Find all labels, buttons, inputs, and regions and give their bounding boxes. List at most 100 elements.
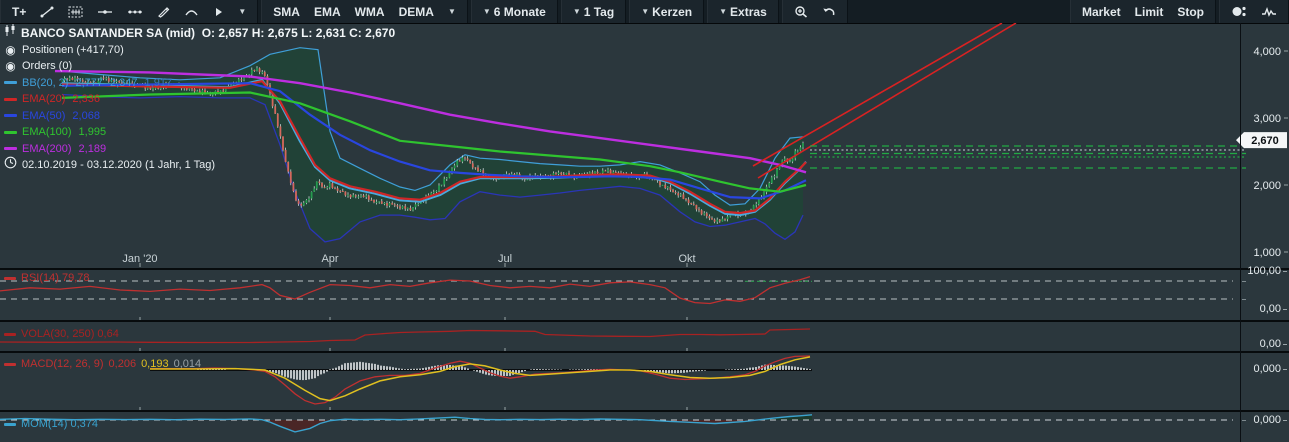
indicator-pulse-icon[interactable] <box>1254 0 1284 23</box>
order-bubbles-icon[interactable] <box>1224 0 1254 23</box>
toolbar-group: ▼6 Monate <box>471 0 558 23</box>
clock-icon <box>4 156 17 175</box>
indicator-color-dash-icon <box>4 98 17 101</box>
indicator-text: 0,014 <box>174 358 202 370</box>
ma-button-sma[interactable]: SMA <box>266 0 307 23</box>
indicator-name: EMA(100) <box>22 124 72 141</box>
ma-caret-icon[interactable]: ▼ <box>441 0 463 23</box>
chart-legend: BANCO SANTANDER SA (mid) O: 2,657 H: 2,6… <box>4 25 395 174</box>
indicator-value: 2,189 <box>79 141 107 158</box>
tool-brush-icon[interactable] <box>150 0 177 23</box>
indicator-text: 0,206 <box>109 358 137 370</box>
vola-line <box>0 329 810 343</box>
toolbar-group: T+ ▼ <box>0 0 258 23</box>
dropdown-extras[interactable]: ▼Extras <box>712 0 774 23</box>
tool-pointer-icon[interactable] <box>206 0 231 23</box>
radio-icon[interactable]: ◉ <box>4 58 17 75</box>
indicator-name: EMA(20) <box>22 91 65 108</box>
price-axis-label: 2,000 <box>1253 180 1281 192</box>
legend-indicator-row[interactable]: EMA(200) 2,189 <box>4 141 395 158</box>
ohlc-values: O: 2,657 H: 2,675 L: 2,631 C: 2,670 <box>202 26 395 40</box>
indicator-color-dash-icon <box>4 333 16 336</box>
x-axis-month-label: Okt <box>678 253 695 265</box>
tool-tools-caret-icon[interactable]: ▼ <box>231 0 253 23</box>
toolbar-group: ▼Kerzen <box>629 0 704 23</box>
vola-label[interactable]: VOLA(30, 250) 0,64 <box>4 328 119 340</box>
zoom-icon[interactable] <box>787 0 815 23</box>
ma-button-ema[interactable]: EMA <box>307 0 348 23</box>
price-axis-label: 1,000 <box>1253 247 1281 259</box>
indicator-value: 2,347 <box>110 75 138 92</box>
panel-axis-label: 0,00 <box>1260 338 1281 350</box>
indicator-color-dash-icon <box>4 147 17 150</box>
trading-chart-app: T+▼SMAEMAWMADEMA▼▼6 Monate▼1 Tag▼Kerzen▼… <box>0 0 1289 442</box>
legend-label: Orders (0) <box>22 58 72 75</box>
indicator-text: MOM(14) 0,374 <box>21 418 98 430</box>
tool-trendline-icon[interactable] <box>33 0 61 23</box>
indicator-color-dash-icon <box>4 81 17 84</box>
legend-indicator-row[interactable]: EMA(20)2,336 <box>4 91 395 108</box>
legend-toggle-orders[interactable]: ◉ Orders (0) <box>4 58 395 75</box>
ma-button-dema[interactable]: DEMA <box>392 0 441 23</box>
undo-icon[interactable] <box>815 0 843 23</box>
panel-axis-label: 0,000 <box>1253 363 1281 375</box>
indicator-value: 1,917 <box>145 75 173 92</box>
indicator-color-dash-icon <box>4 114 17 117</box>
tool-hline-icon[interactable] <box>90 0 120 23</box>
indicator-name: EMA(200) <box>22 141 72 158</box>
dropdown-kerzen[interactable]: ▼Kerzen <box>634 0 699 23</box>
price-axis-label: 4,000 <box>1253 46 1281 58</box>
indicator-panels[interactable]: RSI(14) 79,78 VOLA(30, 250) 0,64 MACD(12, … <box>0 268 1289 442</box>
tool-arc-icon[interactable] <box>177 0 206 23</box>
instrument-title: BANCO SANTANDER SA (mid) O: 2,657 H: 2,6… <box>21 25 395 42</box>
indicator-name: EMA(50) <box>22 108 65 125</box>
price-axis-label: 3,000 <box>1253 113 1281 125</box>
panel-axis-label: 0,00 <box>1260 303 1281 315</box>
indicator-color-dash-icon <box>4 423 16 426</box>
order-button-limit[interactable]: Limit <box>1128 0 1171 23</box>
candlestick-icon <box>4 24 16 43</box>
last-price-value: 2,670 <box>1251 135 1279 147</box>
trend-channel-line[interactable] <box>753 23 1002 166</box>
indicator-canvas[interactable] <box>0 268 1289 442</box>
legend-indicator-row[interactable]: BB(20, 2) 2,777 2,347 1,917 <box>4 75 395 92</box>
ma-button-wma[interactable]: WMA <box>348 0 392 23</box>
indicator-value: 1,995 <box>79 124 107 141</box>
axis-separator <box>1240 23 1241 442</box>
axis-tick <box>1283 420 1287 421</box>
tool-text-plus-icon[interactable]: T+ <box>5 0 33 23</box>
axis-tick <box>1242 420 1246 421</box>
macd-label[interactable]: MACD(12, 26, 9)0,2060,1930,014 <box>4 358 201 370</box>
order-button-stop[interactable]: Stop <box>1170 0 1211 23</box>
toolbar-group: SMAEMAWMADEMA▼ <box>261 0 468 23</box>
axis-tick <box>1242 299 1246 300</box>
radio-icon[interactable]: ◉ <box>4 42 17 59</box>
toolbar-group <box>1219 0 1289 23</box>
order-button-market[interactable]: Market <box>1075 0 1128 23</box>
tool-points-icon[interactable] <box>120 0 150 23</box>
indicator-color-dash-icon <box>4 277 16 280</box>
x-axis-month-label: Apr <box>321 253 338 265</box>
x-axis-month-label: Jan '20 <box>122 253 157 265</box>
legend-indicator-row[interactable]: EMA(100) 1,995 <box>4 124 395 141</box>
macd-line <box>150 356 810 404</box>
chart-toolbar: T+▼SMAEMAWMADEMA▼▼6 Monate▼1 Tag▼Kerzen▼… <box>0 0 1289 24</box>
tool-fibonacci-icon[interactable] <box>61 0 90 23</box>
trend-channel-line[interactable] <box>758 23 1016 178</box>
indicator-color-dash-icon <box>4 363 16 366</box>
mom-label[interactable]: MOM(14) 0,374 <box>4 418 98 430</box>
dropdown-1-tag[interactable]: ▼1 Tag <box>566 0 621 23</box>
legend-label: Positionen (+417,70) <box>22 42 124 59</box>
axis-tick <box>1283 369 1287 370</box>
toolbar-group: ▼1 Tag <box>561 0 626 23</box>
indicator-text: MACD(12, 26, 9) <box>21 358 104 370</box>
rsi-label[interactable]: RSI(14) 79,78 <box>4 272 89 284</box>
legend-toggle-positionen[interactable]: ◉ Positionen (+417,70) <box>4 42 395 59</box>
macd-signal-line <box>150 357 810 401</box>
indicator-name: BB(20, 2) <box>22 75 68 92</box>
indicator-value: 2,777 <box>75 75 103 92</box>
dropdown-6-monate[interactable]: ▼6 Monate <box>476 0 553 23</box>
main-price-chart[interactable]: Jan '20AprJulOkt4,0003,0002,0001,0002,67… <box>0 23 1289 268</box>
indicator-text: RSI(14) 79,78 <box>21 272 89 284</box>
legend-indicator-row[interactable]: EMA(50)2,068 <box>4 108 395 125</box>
